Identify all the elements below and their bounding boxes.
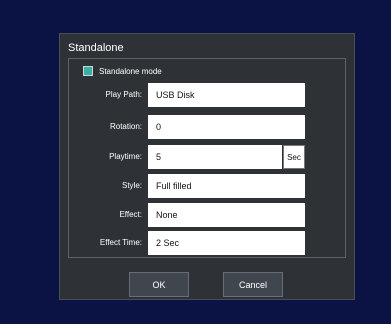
style-field[interactable]: Full filled bbox=[148, 174, 305, 198]
effect-time-field[interactable]: 2 Sec bbox=[148, 231, 305, 255]
effect-time-label: Effect Time: bbox=[99, 238, 142, 247]
standalone-dialog: Standalone Standalone mode Play Path: US… bbox=[59, 33, 355, 300]
cancel-button[interactable]: Cancel bbox=[223, 272, 283, 297]
effect-field[interactable]: None bbox=[148, 203, 305, 227]
settings-group: Standalone mode Play Path: USB Disk Rota… bbox=[68, 58, 346, 258]
standalone-mode-checkbox[interactable] bbox=[83, 66, 93, 76]
standalone-mode-label: Standalone mode bbox=[99, 66, 162, 76]
style-row: Style: Full filled bbox=[69, 174, 347, 198]
play-path-label: Play Path: bbox=[105, 90, 142, 99]
rotation-label: Rotation: bbox=[109, 122, 142, 131]
ok-button[interactable]: OK bbox=[129, 272, 189, 297]
dialog-title: Standalone bbox=[68, 42, 124, 54]
play-path-row: Play Path: USB Disk bbox=[69, 83, 347, 107]
effect-row: Effect: None bbox=[69, 203, 347, 227]
play-path-field[interactable]: USB Disk bbox=[148, 83, 305, 107]
rotation-row: Rotation: 0 bbox=[69, 115, 347, 139]
standalone-mode-checkbox-row[interactable]: Standalone mode bbox=[83, 65, 162, 77]
effect-time-row: Effect Time: 2 Sec bbox=[69, 231, 347, 255]
style-label: Style: bbox=[121, 181, 142, 190]
rotation-field[interactable]: 0 bbox=[148, 115, 305, 139]
playtime-label: Playtime: bbox=[109, 152, 142, 161]
playtime-field[interactable]: 5 bbox=[148, 145, 282, 169]
playtime-row: Playtime: 5 Sec bbox=[69, 145, 347, 169]
playtime-unit: Sec bbox=[283, 145, 305, 169]
effect-label: Effect: bbox=[119, 210, 142, 219]
